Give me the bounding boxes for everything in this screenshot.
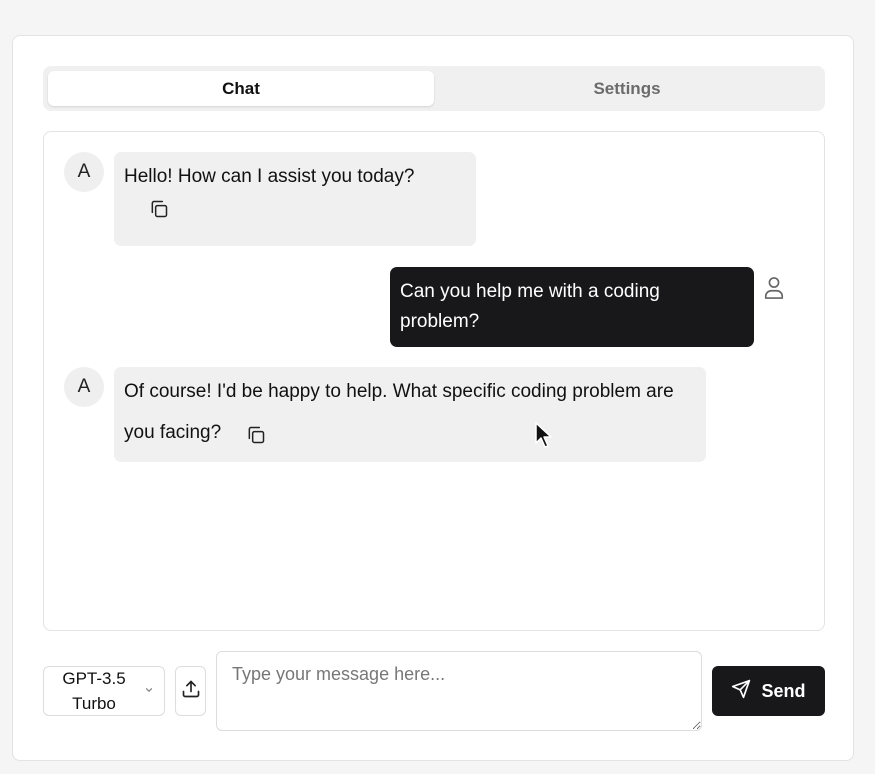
upload-icon: [181, 679, 201, 704]
model-select[interactable]: GPT-3.5 Turbo: [43, 666, 165, 716]
copy-icon[interactable]: [149, 199, 169, 219]
message-input[interactable]: [216, 651, 702, 731]
assistant-avatar: A: [64, 367, 104, 407]
assistant-avatar: A: [64, 152, 104, 192]
message-text: Hello! How can I assist you today?: [124, 166, 415, 187]
user-icon: [763, 276, 785, 300]
message-text: Of course! I'd be happy to help. What sp…: [124, 381, 674, 443]
assistant-message: Hello! How can I assist you today?: [114, 152, 476, 246]
send-button-label: Send: [761, 680, 806, 701]
assistant-message: Of course! I'd be happy to help. What sp…: [114, 367, 706, 462]
send-icon: [731, 679, 751, 704]
tab-chat[interactable]: Chat: [48, 71, 434, 106]
tab-settings[interactable]: Settings: [434, 71, 820, 106]
tab-bar: Chat Settings: [43, 66, 825, 111]
send-button[interactable]: Send: [712, 666, 825, 716]
user-message: Can you help me with a coding problem?: [390, 267, 754, 347]
message-text: Can you help me with a coding problem?: [400, 281, 660, 332]
upload-button[interactable]: [175, 666, 206, 716]
copy-icon[interactable]: [246, 419, 266, 444]
mouse-pointer-icon: [535, 422, 553, 450]
chevron-down-icon: [144, 682, 154, 700]
model-select-value: GPT-3.5 Turbo: [62, 669, 126, 713]
